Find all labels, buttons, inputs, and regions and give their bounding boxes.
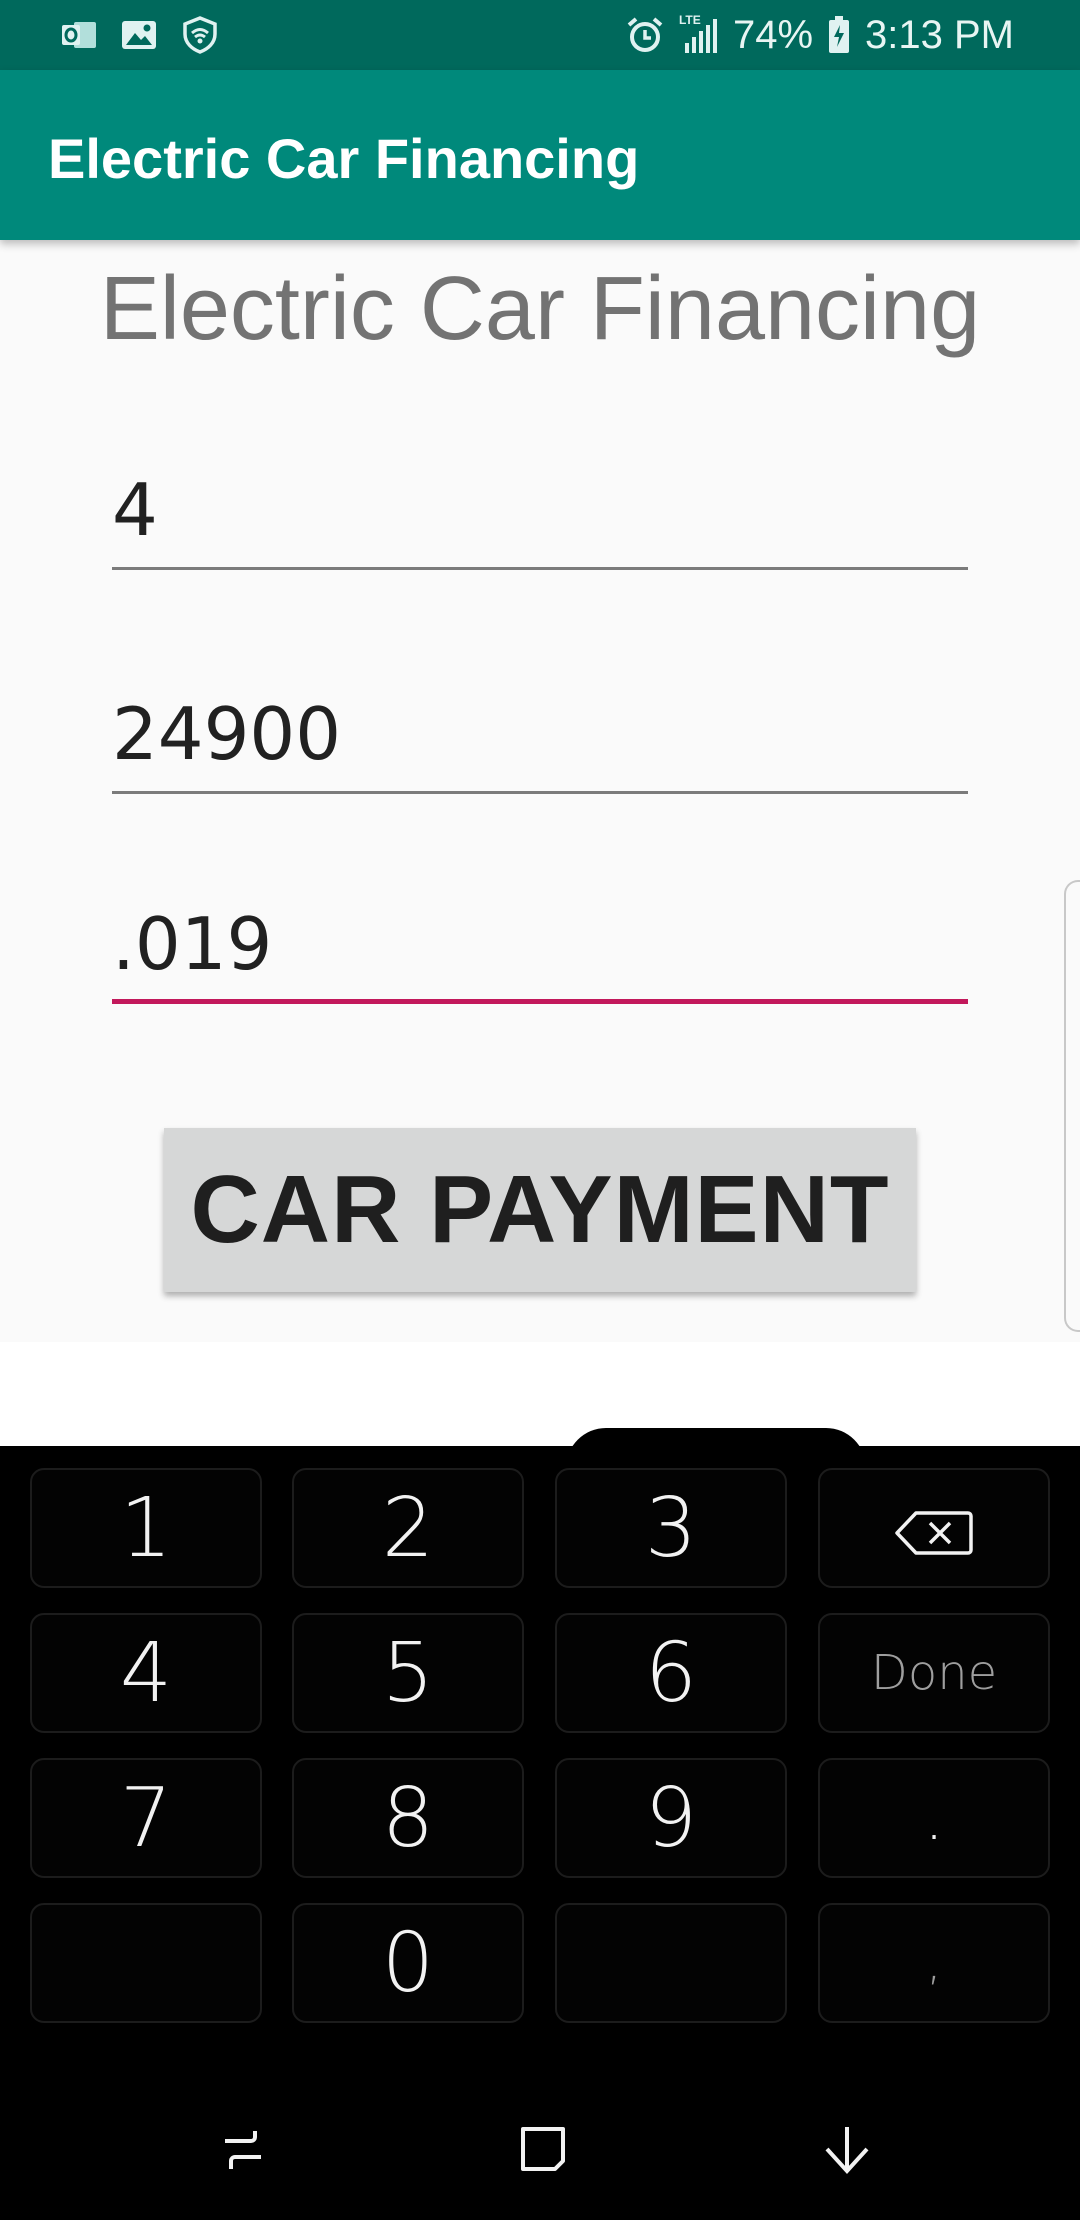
key-9[interactable]: 9 — [555, 1758, 787, 1878]
status-notifications — [60, 12, 220, 58]
key-comma[interactable]: , — [818, 1903, 1050, 2023]
years-field-underline — [112, 567, 968, 570]
recent-apps-button[interactable] — [208, 2116, 278, 2186]
key-2[interactable]: 2 — [292, 1468, 524, 1588]
back-button[interactable] — [812, 2116, 882, 2186]
navigation-bar — [0, 2080, 1080, 2220]
key-0[interactable]: 0 — [292, 1903, 524, 2023]
loan-amount-field-value: 24900 — [112, 692, 342, 776]
backspace-icon — [894, 1481, 974, 1576]
key-6[interactable]: 6 — [555, 1613, 787, 1733]
key-4[interactable]: 4 — [30, 1613, 262, 1733]
outlook-icon — [60, 18, 98, 52]
numeric-keyboard: 1 2 3 4 5 6 Done 7 8 9 . 0 , — [0, 1428, 1080, 2080]
key-7[interactable]: 7 — [30, 1758, 262, 1878]
key-3[interactable]: 3 — [555, 1468, 787, 1588]
status-system: LTE 74% 3:13 PM — [625, 10, 1014, 60]
clock: 3:13 PM — [865, 12, 1014, 57]
loan-amount-field-underline — [112, 791, 968, 794]
home-icon — [513, 2119, 573, 2184]
recent-apps-icon — [213, 2119, 273, 2184]
interest-rate-field[interactable]: .019 — [112, 874, 968, 1004]
car-payment-button[interactable]: CAR PAYMENT — [164, 1128, 916, 1292]
page-title: Electric Car Financing — [99, 259, 981, 359]
image-icon — [120, 18, 158, 52]
keyboard-handle[interactable] — [566, 1428, 866, 1468]
main-content: Electric Car Financing 4 24900 .019 CAR … — [0, 240, 1080, 1342]
alarm-icon — [625, 15, 665, 55]
key-done[interactable]: Done — [818, 1613, 1050, 1733]
content-bottom-area — [0, 1342, 1080, 1446]
interest-rate-field-underline — [112, 999, 968, 1004]
wifi-shield-icon — [180, 15, 220, 55]
app-bar: Electric Car Financing — [0, 70, 1080, 240]
key-5[interactable]: 5 — [292, 1613, 524, 1733]
key-blank-left — [30, 1903, 262, 2023]
home-button[interactable] — [508, 2116, 578, 2186]
key-blank-right — [555, 1903, 787, 2023]
years-field-value: 4 — [112, 468, 158, 552]
key-period[interactable]: . — [818, 1758, 1050, 1878]
app-bar-title: Electric Car Financing — [48, 127, 640, 190]
battery-percent: 74% — [732, 12, 814, 57]
loan-amount-field[interactable]: 24900 — [112, 664, 968, 794]
battery-icon — [827, 15, 851, 55]
status-bar: LTE 74% 3:13 PM — [0, 0, 1080, 70]
interest-rate-field-value: .019 — [112, 902, 273, 986]
signal-icon: LTE — [679, 13, 719, 57]
years-field[interactable]: 4 — [112, 440, 968, 570]
key-8[interactable]: 8 — [292, 1758, 524, 1878]
back-icon — [817, 2119, 877, 2184]
key-backspace[interactable] — [818, 1468, 1050, 1588]
key-1[interactable]: 1 — [30, 1468, 262, 1588]
edge-panel-handle[interactable] — [1064, 880, 1080, 1332]
